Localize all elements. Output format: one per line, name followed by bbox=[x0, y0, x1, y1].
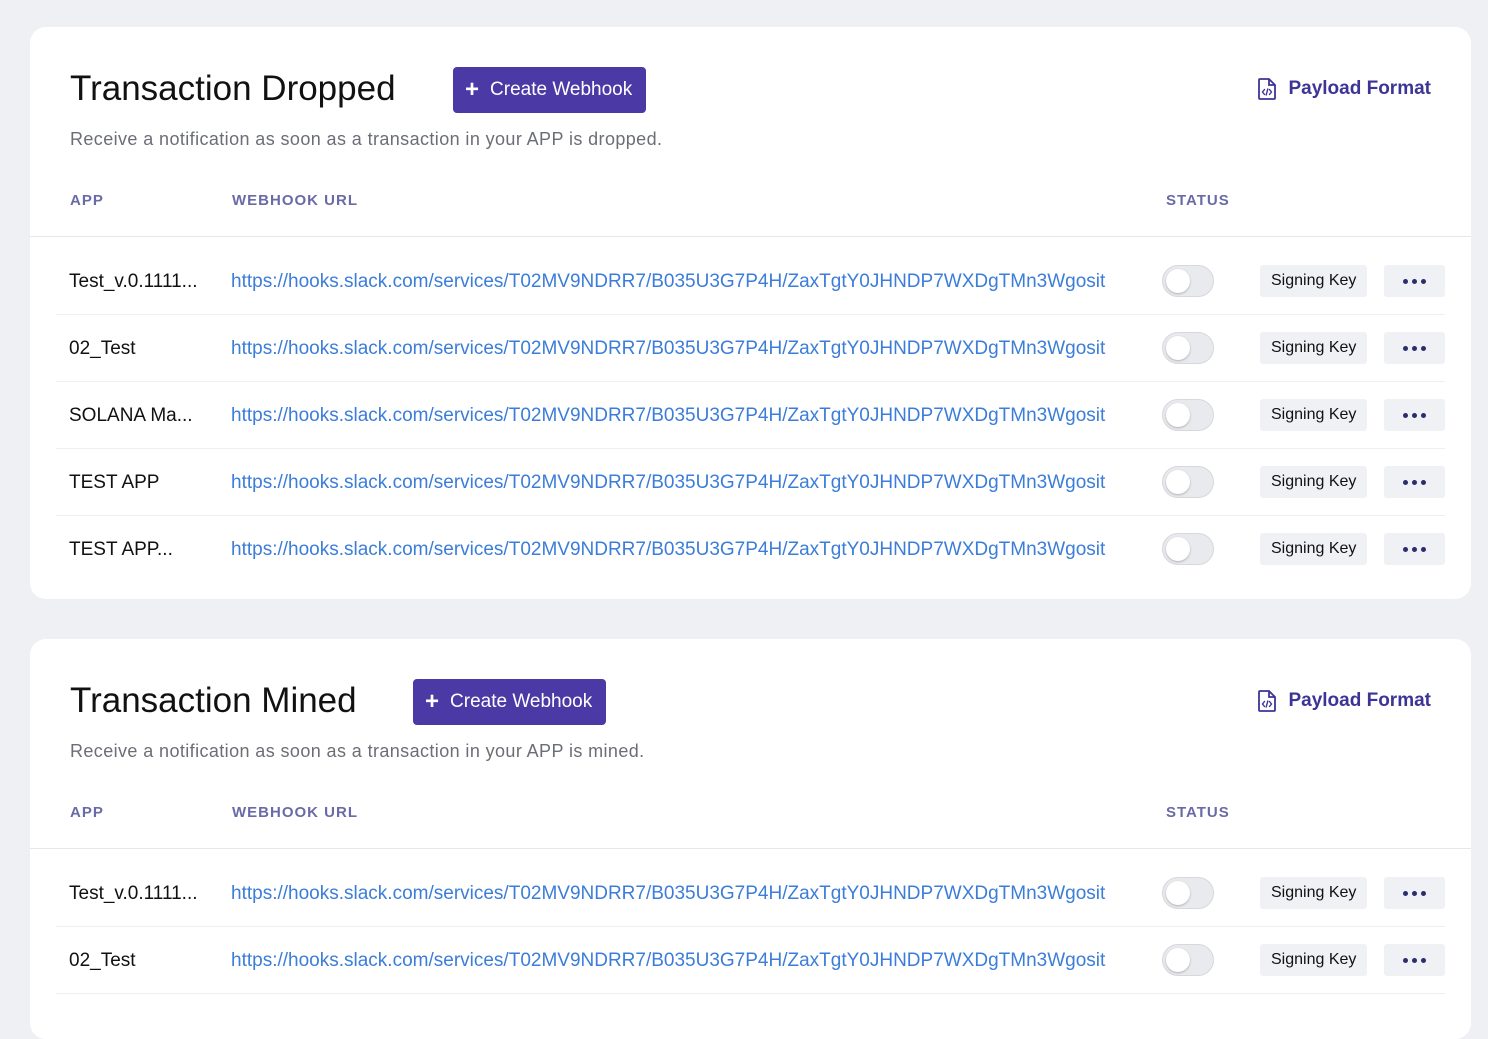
signing-key-button[interactable]: Signing Key bbox=[1260, 877, 1368, 909]
file-code-icon bbox=[1258, 78, 1277, 100]
more-options-button[interactable] bbox=[1384, 332, 1445, 364]
signing-key-button[interactable]: Signing Key bbox=[1260, 944, 1368, 976]
section-title: Transaction Dropped bbox=[70, 69, 396, 108]
status-toggle[interactable] bbox=[1162, 466, 1214, 498]
app-name: SOLANA Ma... bbox=[69, 405, 193, 426]
table-row: 02_Test https://hooks.slack.com/services… bbox=[56, 927, 1445, 994]
header-divider bbox=[30, 848, 1471, 849]
more-options-button[interactable] bbox=[1384, 877, 1445, 909]
webhook-section-mined: Transaction Mined + Create Webhook Paylo… bbox=[30, 639, 1471, 1039]
ellipsis-icon bbox=[1403, 479, 1408, 485]
section-description: Receive a notification as soon as a tran… bbox=[70, 741, 645, 761]
section-description: Receive a notification as soon as a tran… bbox=[70, 129, 663, 149]
webhook-url-link[interactable]: https://hooks.slack.com/services/T02MV9N… bbox=[231, 950, 1105, 972]
column-header-webhook-url: WEBHOOK URL bbox=[232, 192, 358, 209]
payload-format-link[interactable]: Payload Format bbox=[1256, 77, 1431, 101]
column-header-app: APP bbox=[70, 804, 104, 821]
toggle-knob bbox=[1166, 403, 1190, 427]
table-row: SOLANA Ma... https://hooks.slack.com/ser… bbox=[56, 382, 1445, 449]
ellipsis-icon bbox=[1403, 957, 1408, 963]
app-name: TEST APP... bbox=[69, 539, 173, 560]
status-toggle[interactable] bbox=[1162, 332, 1214, 364]
signing-key-button[interactable]: Signing Key bbox=[1260, 533, 1368, 565]
signing-key-button[interactable]: Signing Key bbox=[1260, 265, 1368, 297]
ellipsis-icon bbox=[1403, 546, 1408, 552]
column-header-status: STATUS bbox=[1166, 804, 1230, 821]
more-options-button[interactable] bbox=[1384, 466, 1445, 498]
payload-format-link[interactable]: Payload Format bbox=[1256, 689, 1431, 713]
column-header-webhook-url: WEBHOOK URL bbox=[232, 804, 358, 821]
toggle-knob bbox=[1166, 269, 1190, 293]
app-name: TEST APP bbox=[69, 472, 160, 493]
ellipsis-icon bbox=[1403, 412, 1408, 418]
header-divider bbox=[30, 236, 1471, 237]
more-options-button[interactable] bbox=[1384, 533, 1445, 565]
webhook-url-link[interactable]: https://hooks.slack.com/services/T02MV9N… bbox=[231, 883, 1105, 905]
column-header-status: STATUS bbox=[1166, 192, 1230, 209]
webhook-url-link[interactable]: https://hooks.slack.com/services/T02MV9N… bbox=[231, 539, 1105, 561]
webhook-section-dropped: Transaction Dropped + Create Webhook Pay… bbox=[30, 27, 1471, 599]
ellipsis-icon bbox=[1403, 278, 1408, 284]
webhook-table: Test_v.0.1111... https://hooks.slack.com… bbox=[56, 248, 1445, 583]
file-code-icon bbox=[1258, 690, 1277, 712]
toggle-knob bbox=[1166, 881, 1190, 905]
status-toggle[interactable] bbox=[1162, 533, 1214, 565]
webhook-url-link[interactable]: https://hooks.slack.com/services/T02MV9N… bbox=[231, 338, 1105, 360]
table-row: Test_v.0.1111... https://hooks.slack.com… bbox=[56, 860, 1445, 927]
signing-key-button[interactable]: Signing Key bbox=[1260, 332, 1368, 364]
create-webhook-label: Create Webhook bbox=[490, 79, 633, 100]
webhook-url-link[interactable]: https://hooks.slack.com/services/T02MV9N… bbox=[231, 405, 1105, 427]
table-row: TEST APP... https://hooks.slack.com/serv… bbox=[56, 516, 1445, 583]
payload-format-label: Payload Format bbox=[1288, 690, 1431, 711]
status-toggle[interactable] bbox=[1162, 265, 1214, 297]
toggle-knob bbox=[1166, 948, 1190, 972]
payload-format-label: Payload Format bbox=[1288, 78, 1431, 99]
app-name: 02_Test bbox=[69, 338, 136, 359]
create-webhook-button[interactable]: + Create Webhook bbox=[453, 67, 647, 113]
section-title: Transaction Mined bbox=[70, 681, 357, 720]
webhook-table: Test_v.0.1111... https://hooks.slack.com… bbox=[56, 860, 1445, 994]
app-name: Test_v.0.1111... bbox=[69, 883, 198, 904]
plus-icon: + bbox=[465, 76, 480, 103]
ellipsis-icon bbox=[1403, 345, 1408, 351]
table-row: Test_v.0.1111... https://hooks.slack.com… bbox=[56, 248, 1445, 315]
status-toggle[interactable] bbox=[1162, 877, 1214, 909]
webhook-url-link[interactable]: https://hooks.slack.com/services/T02MV9N… bbox=[231, 472, 1105, 494]
create-webhook-label: Create Webhook bbox=[450, 691, 593, 712]
status-toggle[interactable] bbox=[1162, 944, 1214, 976]
toggle-knob bbox=[1166, 336, 1190, 360]
status-toggle[interactable] bbox=[1162, 399, 1214, 431]
webhook-url-link[interactable]: https://hooks.slack.com/services/T02MV9N… bbox=[231, 271, 1105, 293]
table-row: TEST APP https://hooks.slack.com/service… bbox=[56, 449, 1445, 516]
ellipsis-icon bbox=[1403, 890, 1408, 896]
app-name: Test_v.0.1111... bbox=[69, 271, 198, 292]
column-header-app: APP bbox=[70, 192, 104, 209]
app-name: 02_Test bbox=[69, 950, 136, 971]
signing-key-button[interactable]: Signing Key bbox=[1260, 466, 1368, 498]
toggle-knob bbox=[1166, 537, 1190, 561]
more-options-button[interactable] bbox=[1384, 265, 1445, 297]
more-options-button[interactable] bbox=[1384, 399, 1445, 431]
signing-key-button[interactable]: Signing Key bbox=[1260, 399, 1368, 431]
toggle-knob bbox=[1166, 470, 1190, 494]
plus-icon: + bbox=[425, 688, 440, 715]
more-options-button[interactable] bbox=[1384, 944, 1445, 976]
table-row: 02_Test https://hooks.slack.com/services… bbox=[56, 315, 1445, 382]
create-webhook-button[interactable]: + Create Webhook bbox=[413, 679, 607, 725]
